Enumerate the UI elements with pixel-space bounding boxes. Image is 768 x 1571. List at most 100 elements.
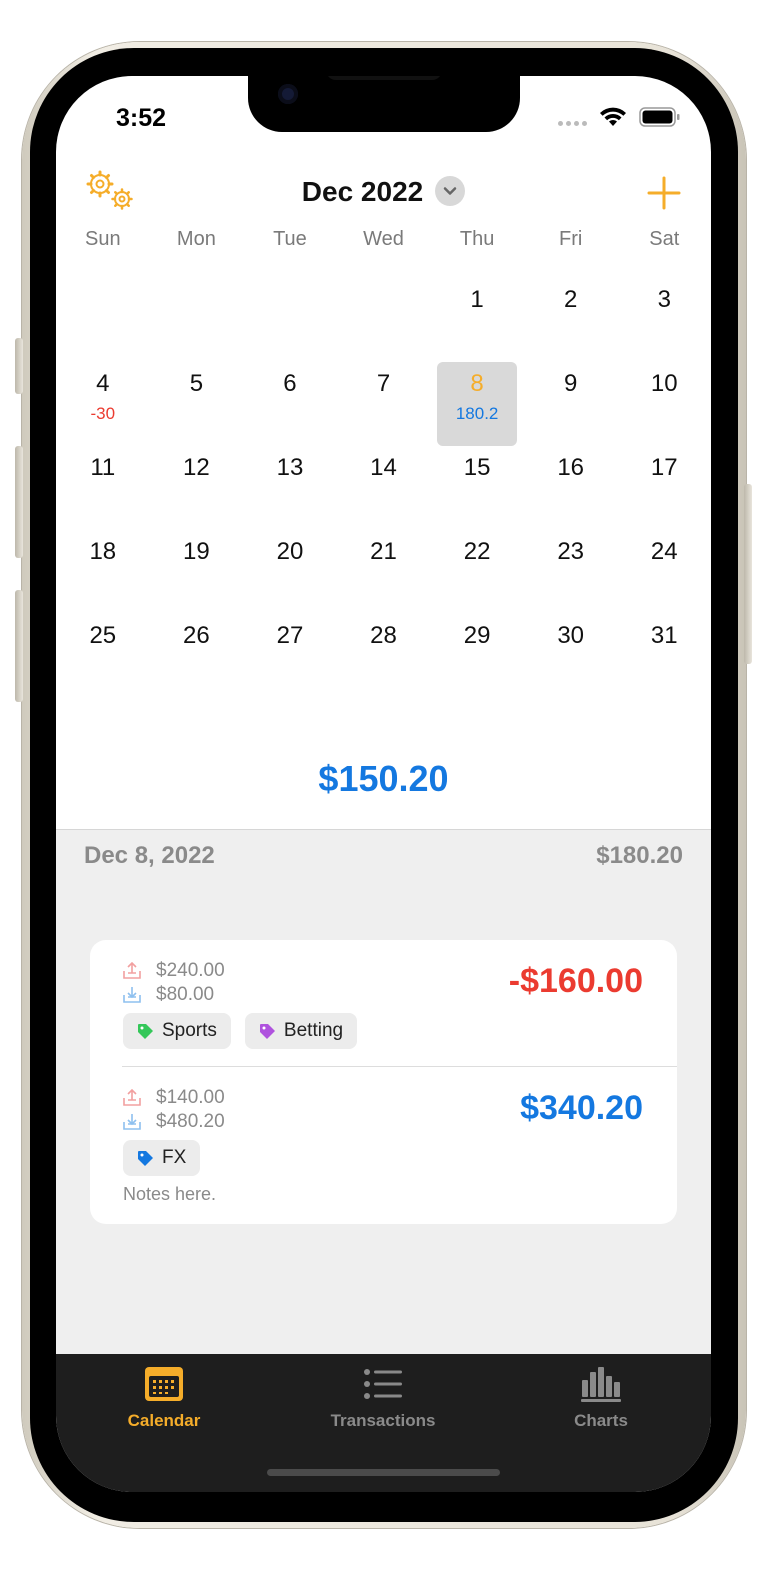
home-indicator [267,1469,500,1476]
calendar-icon [145,1367,183,1401]
cellular-signal-icon [558,109,587,126]
calendar-week-row: 18 19 20 21 22 23 24 [56,522,711,606]
volume-down-button [15,590,23,702]
tag-list: Sports Betting [123,1013,358,1049]
calendar-day-cell[interactable]: 17 [617,438,711,522]
calendar-day-cell[interactable]: 12 [150,438,244,522]
outgoing-line: $140.00 [122,1087,225,1109]
day-number: 6 [283,370,297,397]
calendar-day-cell[interactable]: 7 [337,354,431,438]
day-number: 27 [276,622,304,649]
app-screen: 3:52 Dec 2022 Sun Mon Tue Wed Thu Fri Sa… [56,76,711,1492]
calendar-day-cell[interactable]: 23 [524,522,618,606]
tag-chip[interactable]: FX [123,1140,201,1176]
tag-chip[interactable]: Sports [123,1013,231,1049]
calendar-day-cell[interactable]: 30 [524,606,618,690]
calendar-day-cell[interactable]: 19 [150,522,244,606]
calendar-day-cell[interactable]: 27 [243,606,337,690]
calendar-grid: 1 2 3 4 -30 5 6 7 8 180.2 9 10 11 12 13 14 15 16 17 18 19 20 2… [56,270,711,690]
day-number: 8 [470,370,484,397]
weekday-label: Fri [559,228,583,250]
calendar-day-cell[interactable]: 22 [430,522,524,606]
transaction-item[interactable]: $240.00 $80.00 -$160.00 Sports Betting [90,940,677,1066]
calendar-day-cell[interactable]: 15 [430,438,524,522]
calendar-day-cell[interactable]: 3 [617,270,711,354]
calendar-day-cell[interactable]: 14 [337,438,431,522]
day-number: 13 [276,454,304,481]
battery-icon [639,107,680,127]
outbox-icon [123,962,141,979]
tab-label: Charts [574,1411,628,1430]
calendar-day-cell[interactable]: 24 [617,522,711,606]
calendar-day-cell[interactable]: 21 [337,522,431,606]
day-number: 16 [557,454,585,481]
transaction-item[interactable]: $140.00 $480.20 $340.20 FX Notes here. [90,1067,677,1224]
calendar-week-row: 1 2 3 [56,270,711,354]
weekday-label: Sun [84,228,121,250]
day-number: 5 [189,370,204,397]
transaction-total: -$160.00 [508,962,643,1000]
outgoing-amount: $240.00 [156,960,225,981]
day-number: 12 [183,454,210,481]
calendar-day-cell[interactable]: 6 [243,354,337,438]
tag-label: Betting [283,1020,344,1041]
calendar-day-cell[interactable]: 1 [430,270,524,354]
calendar-day-cell[interactable]: 16 [524,438,618,522]
calendar-day-cell[interactable]: 25 [56,606,150,690]
tag-chip[interactable]: Betting [244,1013,358,1049]
tab-transactions[interactable]: Transactions [283,1366,483,1431]
calendar-day-cell[interactable]: 31 [617,606,711,690]
day-number: 17 [650,454,678,481]
day-number: 18 [89,538,117,565]
chevron-down-icon[interactable] [435,175,466,206]
wifi-icon [600,107,626,126]
calendar-day-cell[interactable]: 18 [56,522,150,606]
calendar-day-cell[interactable]: 29 [430,606,524,690]
day-number: 20 [276,538,304,565]
day-number: 4 [96,370,110,397]
calendar-day-cell[interactable]: 5 [150,354,244,438]
list-icon [364,1369,402,1399]
day-number: 26 [183,622,210,649]
calendar-day-cell[interactable]: 8 180.2 [430,354,524,446]
weekday-label: Wed [363,228,404,250]
incoming-line: $80.00 [122,984,214,1006]
calendar-day-cell[interactable]: 28 [337,606,431,690]
tab-label: Calendar [127,1411,201,1430]
tag-label: FX [162,1147,187,1168]
transactions-card: $240.00 $80.00 -$160.00 Sports Betting $… [90,940,677,1224]
speaker [326,76,442,80]
calendar-day-cell[interactable]: 9 [524,354,618,438]
calendar-empty-cell [337,270,431,354]
tag-label: Sports [162,1020,217,1041]
day-number: 24 [650,538,678,565]
day-number: 11 [90,454,116,481]
calendar-day-cell[interactable]: 26 [150,606,244,690]
tab-calendar[interactable]: Calendar [64,1366,264,1431]
outbox-icon [123,1089,141,1106]
day-number: 10 [650,370,678,397]
weekday-label: Tue [273,228,307,250]
calendar-empty-cell [56,270,150,354]
add-transaction-icon[interactable] [647,176,681,210]
weekday-label: Sat [649,228,680,250]
incoming-line: $480.20 [122,1111,225,1133]
month-title: Dec 2022 [301,176,424,207]
calendar-day-cell[interactable]: 13 [243,438,337,522]
day-number: 25 [89,622,117,649]
day-number [150,270,244,286]
calendar-day-cell[interactable]: 2 [524,270,618,354]
tag-icon [138,1023,153,1039]
calendar-day-cell[interactable]: 10 [617,354,711,438]
tab-charts[interactable]: Charts [501,1366,701,1431]
calendar-day-cell[interactable]: 20 [243,522,337,606]
calendar-day-cell[interactable]: 4 -30 [56,354,150,438]
calendar-day-cell[interactable]: 11 [56,438,150,522]
day-number: 31 [650,622,678,649]
status-icons [558,106,681,128]
day-number: 14 [370,454,397,481]
day-number: 21 [370,538,397,565]
month-selector[interactable]: Dec 2022 [56,175,711,209]
month-total: $150.20 [318,758,449,799]
day-number: 22 [463,538,491,565]
